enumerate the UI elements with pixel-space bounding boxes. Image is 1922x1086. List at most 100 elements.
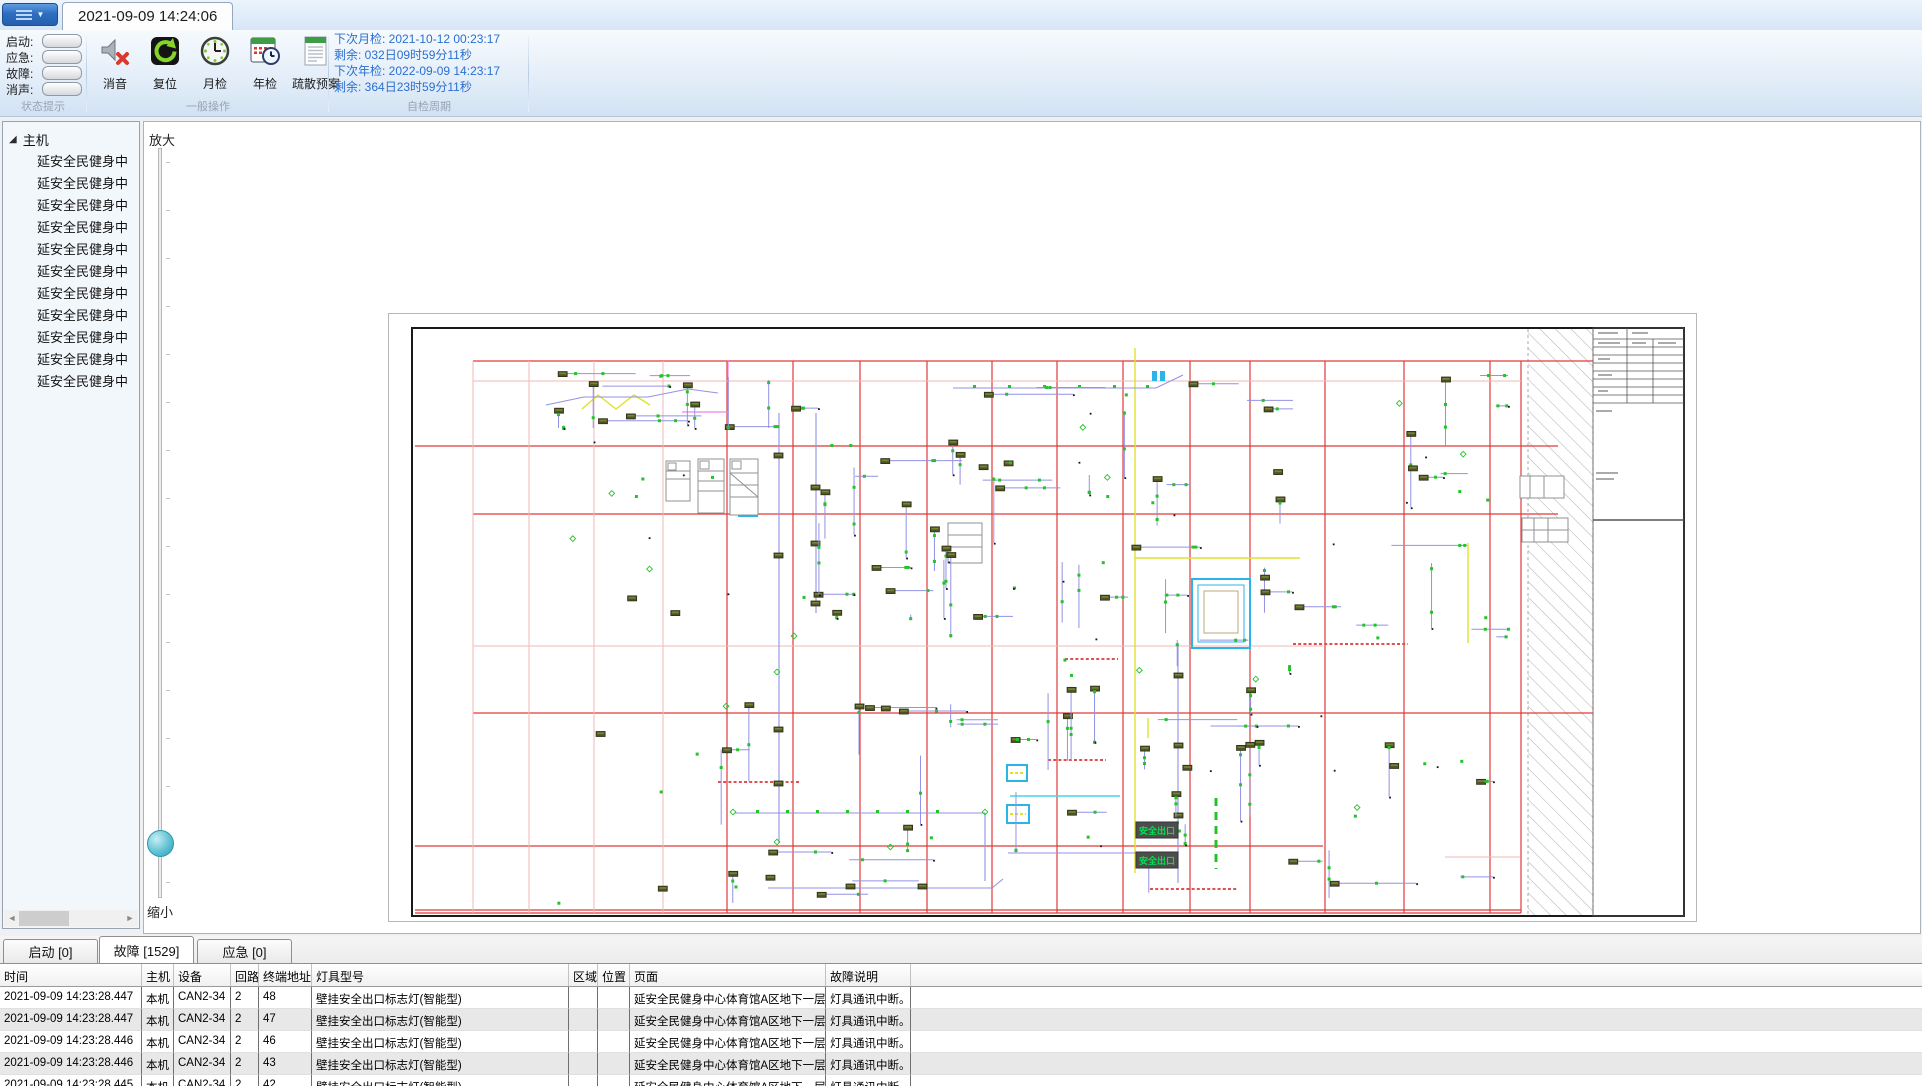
fault-table: 时间主机设备回路终端地址灯具型号区域位置页面故障说明 2021-09-09 14… xyxy=(0,963,1922,1086)
sidebar-item-page[interactable]: 延安全民健身中 xyxy=(3,151,139,173)
table-cell: 壁挂安全出口标志灯(智能型) xyxy=(312,1031,569,1053)
table-row-filler xyxy=(911,1053,1922,1075)
mute-button[interactable]: 消音 xyxy=(90,33,140,101)
monthly-check-button[interactable]: 月检 xyxy=(190,33,240,101)
table-cell: 2021-09-09 14:23:28.447 xyxy=(0,1009,142,1031)
column-header[interactable]: 时间 xyxy=(0,964,142,986)
scroll-left-arrow-icon[interactable]: ◄ xyxy=(4,910,20,927)
slider-tick xyxy=(166,786,170,787)
app-menu-button[interactable]: ▼ xyxy=(2,3,58,26)
reset-button[interactable]: 复位 xyxy=(140,33,190,101)
table-cell: 2 xyxy=(231,987,259,1009)
table-cell xyxy=(569,1053,598,1075)
sidebar-item-page[interactable]: 延安全民健身中 xyxy=(3,305,139,327)
column-header[interactable]: 主机 xyxy=(142,964,174,986)
column-header[interactable]: 设备 xyxy=(174,964,231,986)
table-cell: 2 xyxy=(231,1031,259,1053)
table-cell: 壁挂安全出口标志灯(智能型) xyxy=(312,987,569,1009)
table-cell xyxy=(598,1031,630,1053)
table-cell: 47 xyxy=(259,1009,312,1031)
table-row[interactable]: 2021-09-09 14:23:28.446本机CAN2-34243壁挂安全出… xyxy=(0,1053,1922,1075)
table-cell: 延安全民健身中心体育馆A区地下一层 xyxy=(630,1053,826,1075)
table-row[interactable]: 2021-09-09 14:23:28.447本机CAN2-34248壁挂安全出… xyxy=(0,987,1922,1009)
table-row-filler xyxy=(911,1009,1922,1031)
column-header[interactable]: 回路 xyxy=(231,964,259,986)
tab-start[interactable]: 启动 [0] xyxy=(3,939,98,963)
table-cell: 灯具通讯中断。 xyxy=(826,1075,911,1086)
table-row[interactable]: 2021-09-09 14:23:28.447本机CAN2-34247壁挂安全出… xyxy=(0,1009,1922,1031)
ribbon-toolbar: 启动:应急:故障:消声: 状态提示 消音复位月检年检疏散预案 一般操作 下次月检… xyxy=(0,30,1922,117)
tab-emergency[interactable]: 应急 [0] xyxy=(197,939,292,963)
sidebar-horizontal-scrollbar[interactable]: ◄ ► xyxy=(4,910,138,927)
column-header[interactable]: 页面 xyxy=(630,964,826,986)
group-separator xyxy=(328,36,329,112)
status-row: 启动: xyxy=(6,33,82,49)
selfcheck-info: 下次月检: 2021-10-12 00:23:17剩余: 032日09时59分1… xyxy=(334,31,526,95)
sidebar-item-page[interactable]: 延安全民健身中 xyxy=(3,195,139,217)
tree-expander-icon[interactable]: ◢ xyxy=(9,134,17,145)
table-cell: 延安全民健身中心体育馆A区地下一层 xyxy=(630,1009,826,1031)
table-cell xyxy=(569,987,598,1009)
column-header[interactable]: 灯具型号 xyxy=(312,964,569,986)
sidebar-item-page[interactable]: 延安全民健身中 xyxy=(3,283,139,305)
table-cell: 延安全民健身中心体育馆A区地下一层 xyxy=(630,1031,826,1053)
scroll-right-arrow-icon[interactable]: ► xyxy=(122,910,138,927)
floorplan-canvas[interactable]: 放大 缩小 xyxy=(143,121,1921,934)
table-cell xyxy=(598,1009,630,1031)
column-header[interactable]: 终端地址 xyxy=(259,964,312,986)
group-separator xyxy=(528,36,529,112)
actions-group-caption: 一般操作 xyxy=(88,98,328,114)
table-cell xyxy=(569,1075,598,1086)
status-label: 故障: xyxy=(6,65,42,82)
slider-tick xyxy=(166,258,170,259)
slider-tick xyxy=(166,546,170,547)
tree-item-list: 延安全民健身中延安全民健身中延安全民健身中延安全民健身中延安全民健身中延安全民健… xyxy=(3,151,139,393)
slider-tick xyxy=(166,594,170,595)
sidebar-item-page[interactable]: 延安全民健身中 xyxy=(3,327,139,349)
column-header-filler xyxy=(911,964,1922,986)
status-group-caption: 状态提示 xyxy=(0,98,86,114)
table-cell: 2 xyxy=(231,1053,259,1075)
status-label: 应急: xyxy=(6,49,42,66)
zoom-slider-knob[interactable] xyxy=(147,830,174,857)
window-title-tab[interactable]: 2021-09-09 14:24:06 xyxy=(62,2,233,30)
slider-tick xyxy=(166,162,170,163)
status-row: 故障: xyxy=(6,65,82,81)
menu-icon xyxy=(16,10,32,20)
slider-tick xyxy=(166,306,170,307)
table-cell: 2 xyxy=(231,1009,259,1031)
ribbon-button-label: 消音 xyxy=(103,75,127,92)
table-row[interactable]: 2021-09-09 14:23:28.445本机CAN2-34242壁挂安全出… xyxy=(0,1075,1922,1086)
zoom-slider-track[interactable] xyxy=(158,148,162,898)
table-cell: 延安全民健身中心体育馆A区地下一层 xyxy=(630,987,826,1009)
column-header[interactable]: 位置 xyxy=(598,964,630,986)
sidebar-item-page[interactable]: 延安全民健身中 xyxy=(3,261,139,283)
group-separator xyxy=(86,36,87,112)
scrollbar-thumb[interactable] xyxy=(19,911,69,926)
app-window: ▼ 2021-09-09 14:24:06 启动:应急:故障:消声: 状态提示 … xyxy=(0,0,1922,1086)
sidebar-item-page[interactable]: 延安全民健身中 xyxy=(3,239,139,261)
table-cell: 本机 xyxy=(142,987,174,1009)
table-header: 时间主机设备回路终端地址灯具型号区域位置页面故障说明 xyxy=(0,964,1922,987)
tab-fault[interactable]: 故障 [1529] xyxy=(99,936,194,963)
table-cell: 本机 xyxy=(142,1031,174,1053)
sidebar-item-page[interactable]: 延安全民健身中 xyxy=(3,371,139,393)
table-cell: 灯具通讯中断。 xyxy=(826,1053,911,1075)
column-header[interactable]: 区域 xyxy=(569,964,598,986)
table-cell: 本机 xyxy=(142,1053,174,1075)
table-cell: CAN2-34 xyxy=(174,987,231,1009)
status-indicator-light xyxy=(42,82,82,96)
column-header[interactable]: 故障说明 xyxy=(826,964,911,986)
sidebar-item-page[interactable]: 延安全民健身中 xyxy=(3,217,139,239)
main-area: ◢ 主机 延安全民健身中延安全民健身中延安全民健身中延安全民健身中延安全民健身中… xyxy=(0,117,1922,934)
sidebar-item-page[interactable]: 延安全民健身中 xyxy=(3,173,139,195)
hatched-wall-band xyxy=(1528,329,1593,915)
slider-tick xyxy=(166,210,170,211)
sidebar-item-page[interactable]: 延安全民健身中 xyxy=(3,349,139,371)
status-indicator-light xyxy=(42,66,82,80)
annual-check-button[interactable]: 年检 xyxy=(240,33,290,101)
ribbon-button-label: 疏散预案 xyxy=(292,75,340,92)
table-cell: 46 xyxy=(259,1031,312,1053)
table-row[interactable]: 2021-09-09 14:23:28.446本机CAN2-34246壁挂安全出… xyxy=(0,1031,1922,1053)
tree-root-host[interactable]: ◢ 主机 xyxy=(9,129,49,149)
